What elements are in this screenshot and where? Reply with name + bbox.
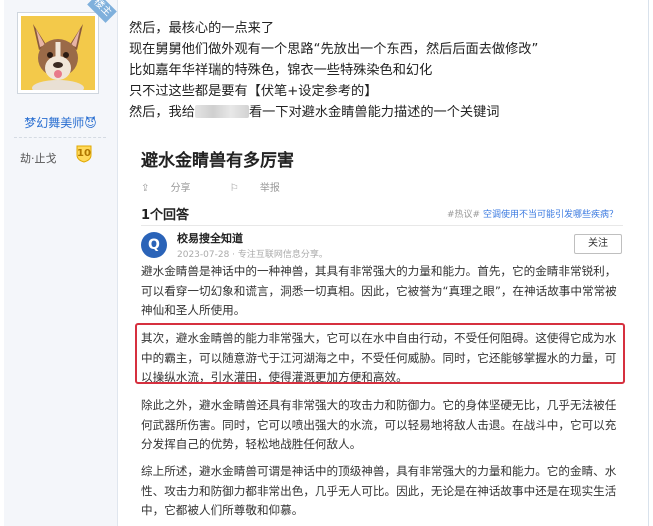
username-text: 梦幻舞美师: [24, 116, 85, 130]
hot-tag: #热议#: [447, 210, 481, 220]
answerer-name: 校易搜全知道: [177, 232, 243, 245]
answers-count: 1个回答: [141, 208, 190, 223]
answer-paragraph: 除此之外，避水金睛兽还具有非常强大的攻击力和防御力。它的身体坚硬无比，几乎无法被…: [141, 398, 617, 451]
dog-picture-icon: [21, 16, 95, 90]
level-badge: 10: [74, 145, 94, 163]
devil-emoji-icon: 😈: [84, 116, 97, 130]
username-link[interactable]: 梦幻舞美师😈: [4, 114, 117, 131]
post-line: 只不过这些都是要有【伏笔+设定参考的】: [129, 84, 378, 99]
post-line-suffix: 看一下对避水金睛兽能力描述的一个关键词: [248, 105, 500, 120]
report-action: ⚐ 举报: [230, 183, 298, 194]
question-title: 避水金睛兽有多厉害: [141, 151, 294, 171]
user-info-column: 楼主 梦幻舞美师😈 劫·止戈 10: [4, 0, 118, 526]
red-highlight-box: [135, 323, 625, 384]
question-actions: ⇪ 分享 ⚐ 举报: [141, 179, 316, 194]
post-line: 然后，我给 看一下对避水金睛兽能力描述的一个关键词: [129, 102, 629, 123]
post-line: 然后，最核心的一点来了: [129, 21, 275, 36]
blurred-text: [194, 105, 249, 118]
level-number: 10: [77, 148, 91, 159]
hot-topic-link: 空调使用不当可能引发哪些疾病？: [482, 210, 618, 220]
post-line: 现在舅舅他们做外观有一个思路“先放出一个东西，然后后面去做修改”: [129, 42, 539, 57]
share-action: ⇪ 分享: [141, 183, 209, 194]
embedded-screenshot: 避水金睛兽有多厉害 ⇪ 分享 ⚐ 举报 1个回答 #热议# 空调使用不当可能引发…: [129, 132, 646, 526]
divider: [14, 137, 106, 138]
share-label: 分享: [170, 183, 191, 194]
report-icon: ⚐: [229, 183, 242, 194]
answerer-meta: 2023-07-28 · 专注互联网信息分享。: [177, 250, 328, 260]
answerer-avatar: Q: [141, 232, 167, 258]
hot-topic: #热议# 空调使用不当可能引发哪些疾病？: [447, 207, 618, 220]
divider: [141, 225, 623, 226]
avatar-image: [21, 16, 95, 90]
answer-paragraph: 避水金睛兽是神话中的一种神兽，其具有非常强大的力量和能力。首先，它的金睛非常锐利…: [141, 264, 617, 317]
share-icon: ⇪: [141, 183, 153, 194]
post-content: 然后，最核心的一点来了 现在舅舅他们做外观有一个思路“先放出一个东西，然后后面去…: [129, 18, 629, 123]
user-rank: 劫·止戈: [20, 152, 57, 165]
follow-button: 关注: [574, 234, 622, 254]
answer-paragraph: 综上所述，避水金睛兽可谓是神话中的顶级神兽，具有非常强大的力量和能力。它的金睛、…: [141, 464, 617, 517]
post-line: 比如嘉年华祥瑞的特殊色，锦衣一些特殊染色和幻化: [129, 63, 433, 78]
report-label: 举报: [259, 183, 280, 194]
avatar[interactable]: [17, 12, 99, 94]
post-line-prefix: 然后，我给: [129, 105, 195, 120]
